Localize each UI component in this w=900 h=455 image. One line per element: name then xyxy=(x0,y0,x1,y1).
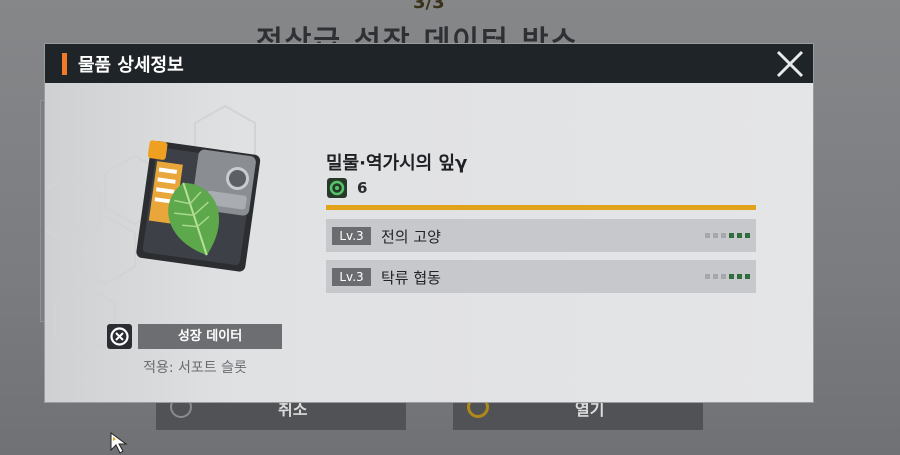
effect-name: 탁류 협동 xyxy=(381,269,441,287)
level-pip-empty xyxy=(705,233,710,238)
effect-row: Lv.3 전의 고양 xyxy=(326,219,756,252)
item-progress-fill xyxy=(326,205,756,210)
item-image xyxy=(136,140,261,272)
header-accent-bar xyxy=(62,53,67,75)
effect-level-pips xyxy=(705,233,750,238)
effect-name: 전의 고양 xyxy=(381,228,441,246)
effect-row: Lv.3 탁류 협동 xyxy=(326,260,756,293)
modal-header: 물품 상세정보 xyxy=(45,44,813,83)
growth-data-icon xyxy=(327,178,347,198)
close-button[interactable] xyxy=(775,49,805,79)
level-pip-filled xyxy=(737,233,742,238)
modal-title: 물품 상세정보 xyxy=(78,55,184,76)
effect-level-badge: Lv.3 xyxy=(332,227,371,245)
level-pip-empty xyxy=(705,274,710,279)
level-pip-filled xyxy=(729,274,734,279)
effect-level-pips xyxy=(705,274,750,279)
level-pip-empty xyxy=(721,274,726,279)
item-type-label: 성장 데이터 xyxy=(138,324,282,349)
level-pip-empty xyxy=(721,233,726,238)
close-x-icon xyxy=(776,50,804,78)
item-name: 밀물·역가시의 잎γ xyxy=(326,153,468,174)
data-cycle-icon xyxy=(107,324,132,349)
item-progress-bar xyxy=(326,205,756,210)
level-pip-filled xyxy=(737,274,742,279)
mouse-cursor-icon xyxy=(110,432,128,454)
level-pip-filled xyxy=(745,274,750,279)
modal-body: 성장 데이터 적용: 서포트 슬롯 밀물·역가시의 잎γ 6 Lv.3 전의 고… xyxy=(45,83,813,402)
item-apply-slot-text: 적용: 서포트 슬롯 xyxy=(143,360,247,376)
level-pip-empty xyxy=(713,274,718,279)
effect-level-badge: Lv.3 xyxy=(332,268,371,286)
item-detail-modal: 물품 상세정보 성장 데이터 적용: 서포트 슬롯 밀물·역가시의 잎γ 6 L… xyxy=(45,44,813,402)
background-page-counter: 3/3 xyxy=(413,0,445,13)
level-pip-filled xyxy=(729,233,734,238)
item-count: 6 xyxy=(357,179,368,197)
level-pip-empty xyxy=(713,233,718,238)
level-pip-filled xyxy=(745,233,750,238)
